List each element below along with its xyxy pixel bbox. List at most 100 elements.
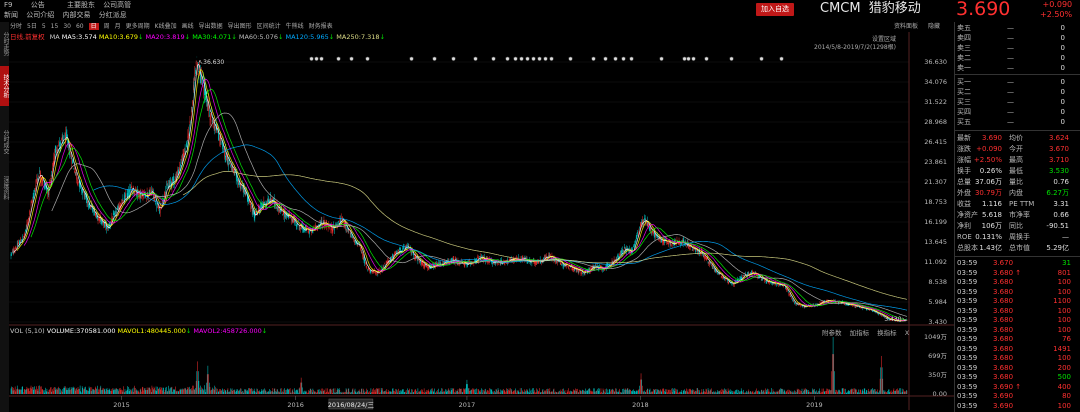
volume-bar xyxy=(226,389,228,394)
vol-label[interactable]: VOL (5,10) xyxy=(10,327,45,335)
volume-bar xyxy=(253,388,255,394)
volume-bar xyxy=(311,392,313,394)
event-marker: ✹ xyxy=(537,56,542,63)
volume-bar xyxy=(617,392,619,394)
volume-bar xyxy=(115,387,117,394)
kline-chart[interactable]: ✹ ✹ ✹ ✹ ✹ ✹ ✹ ✹ ✹ ✹ ✹ ✹ ✹ ✹ ✹ ✹ ✹ ✹ ✹ ✹ ✹ ✹ ✹ ✹ ✹ ✹ ✹✹ ✹ ✹ ✹ ✹ ✹ ↖36.63… xyxy=(9,32,954,410)
add-to-watchlist-button[interactable]: 加入自选 xyxy=(756,3,794,16)
quote-label: 均价 xyxy=(1009,134,1023,142)
candle-body xyxy=(428,266,430,268)
toolbar-item[interactable]: 牛熊线 xyxy=(286,23,304,30)
candle-body xyxy=(724,278,725,280)
volume-bar xyxy=(78,389,79,394)
volume-bar xyxy=(696,391,697,394)
f9-code[interactable]: F9 xyxy=(4,0,12,10)
volume-bar xyxy=(256,388,258,394)
toolbar-item[interactable]: 财务报表 xyxy=(309,23,333,30)
candle-body xyxy=(300,227,301,230)
volume-bar xyxy=(260,391,262,394)
tab-deep-data[interactable]: 深度资料 xyxy=(0,168,9,208)
link-major-holders[interactable]: 主要股东 xyxy=(67,0,95,10)
toolbar-item[interactable]: 导出图形 xyxy=(228,23,252,30)
volume-bar xyxy=(654,389,656,394)
volume-bar xyxy=(530,390,531,394)
toolbar-item[interactable]: 画线 xyxy=(182,23,194,30)
volume-bar xyxy=(153,386,155,394)
volume-bar xyxy=(126,389,128,394)
x-tick-label: 2016 xyxy=(287,401,304,409)
candle-body xyxy=(617,255,618,257)
candle-body xyxy=(72,159,73,164)
quote-label: 净利 xyxy=(957,222,971,230)
swap-indicator-button[interactable]: 换指标 xyxy=(877,329,897,337)
tab-tick-trades[interactable]: 分时成交 xyxy=(0,122,9,162)
tab-technical-analysis[interactable]: 技术分析 xyxy=(0,66,9,106)
volume-bar xyxy=(438,388,439,394)
volume-bar xyxy=(176,391,178,394)
toolbar-item[interactable]: K线叠加 xyxy=(155,23,177,30)
link-company-intro[interactable]: 公司介绍 xyxy=(26,10,54,20)
tick-row: 03:59 3.690 100 xyxy=(957,402,1079,411)
quote-value: 5.618 xyxy=(981,211,1002,219)
toolbar-item[interactable]: 15 xyxy=(51,23,59,30)
toolbar-item[interactable]: 5 xyxy=(42,23,46,30)
tick-time: 03:59 xyxy=(957,354,978,362)
candle-body xyxy=(55,146,57,153)
toolbar-item[interactable]: 区间统计 xyxy=(257,23,281,30)
toolbar-item[interactable]: 日 xyxy=(88,23,99,30)
volume-bar xyxy=(588,388,589,394)
candle-body xyxy=(428,266,429,269)
candle-body xyxy=(247,196,248,201)
add-indicator-button[interactable]: 加指标 xyxy=(850,329,870,337)
volume-bar xyxy=(365,391,367,394)
candle-body xyxy=(364,259,365,264)
quote-value: 3.690 xyxy=(981,134,1002,142)
toolbar-item[interactable]: 导出数据 xyxy=(199,23,223,30)
tab-intraday[interactable]: 分时走势 xyxy=(0,24,9,64)
volume-bar xyxy=(162,390,163,394)
volume-bar xyxy=(201,387,202,394)
link-news[interactable]: 新闻 xyxy=(4,10,18,20)
hide-button[interactable]: 隐藏 xyxy=(928,22,940,32)
candle-body xyxy=(688,246,689,249)
params-button[interactable]: 附参数 xyxy=(822,329,842,337)
candle-body xyxy=(379,268,381,270)
link-executives[interactable]: 公司高管 xyxy=(103,0,131,10)
volume-bar xyxy=(217,391,219,394)
link-dividends[interactable]: 分红派息 xyxy=(99,10,127,20)
toolbar-item[interactable]: 30 xyxy=(63,23,71,30)
toolbar-item[interactable]: 5日 xyxy=(27,23,37,30)
volume-bar xyxy=(635,390,637,394)
volume-bar xyxy=(386,389,388,394)
volume-bar xyxy=(280,392,282,394)
link-announcement[interactable]: 公告 xyxy=(31,0,45,10)
candle-body xyxy=(130,187,131,189)
volume-bar xyxy=(506,391,508,394)
volume-bar xyxy=(391,391,392,394)
volume-bar xyxy=(492,391,493,394)
volume-bar xyxy=(394,390,395,394)
toolbar-item[interactable]: 月 xyxy=(115,23,121,30)
close-indicator-button[interactable]: X xyxy=(905,329,909,337)
volume-bar xyxy=(441,388,442,394)
volume-bar xyxy=(344,392,345,394)
candle-body xyxy=(253,212,255,218)
volume-bar xyxy=(114,389,115,394)
volume-bar xyxy=(754,392,756,394)
volume-bar xyxy=(170,387,171,394)
volume-bar xyxy=(351,391,352,394)
volume-bar xyxy=(479,392,481,394)
link-insider-trading[interactable]: 内部交易 xyxy=(62,10,90,20)
toolbar-item[interactable]: 周 xyxy=(104,23,110,30)
toolbar-item[interactable]: 分时 xyxy=(10,23,22,30)
toolbar-item[interactable]: 更多周期 xyxy=(126,23,150,30)
candle-body xyxy=(228,163,229,166)
candle-body xyxy=(76,174,77,180)
candle-body xyxy=(188,125,190,130)
volume-bar xyxy=(769,392,771,394)
tick-volume: 100 xyxy=(1057,306,1071,315)
toolbar-item[interactable]: 60 xyxy=(76,23,84,30)
volume-bar xyxy=(565,392,566,394)
data-panel-button[interactable]: 资料面板 xyxy=(894,22,918,32)
candle-body xyxy=(209,110,210,117)
